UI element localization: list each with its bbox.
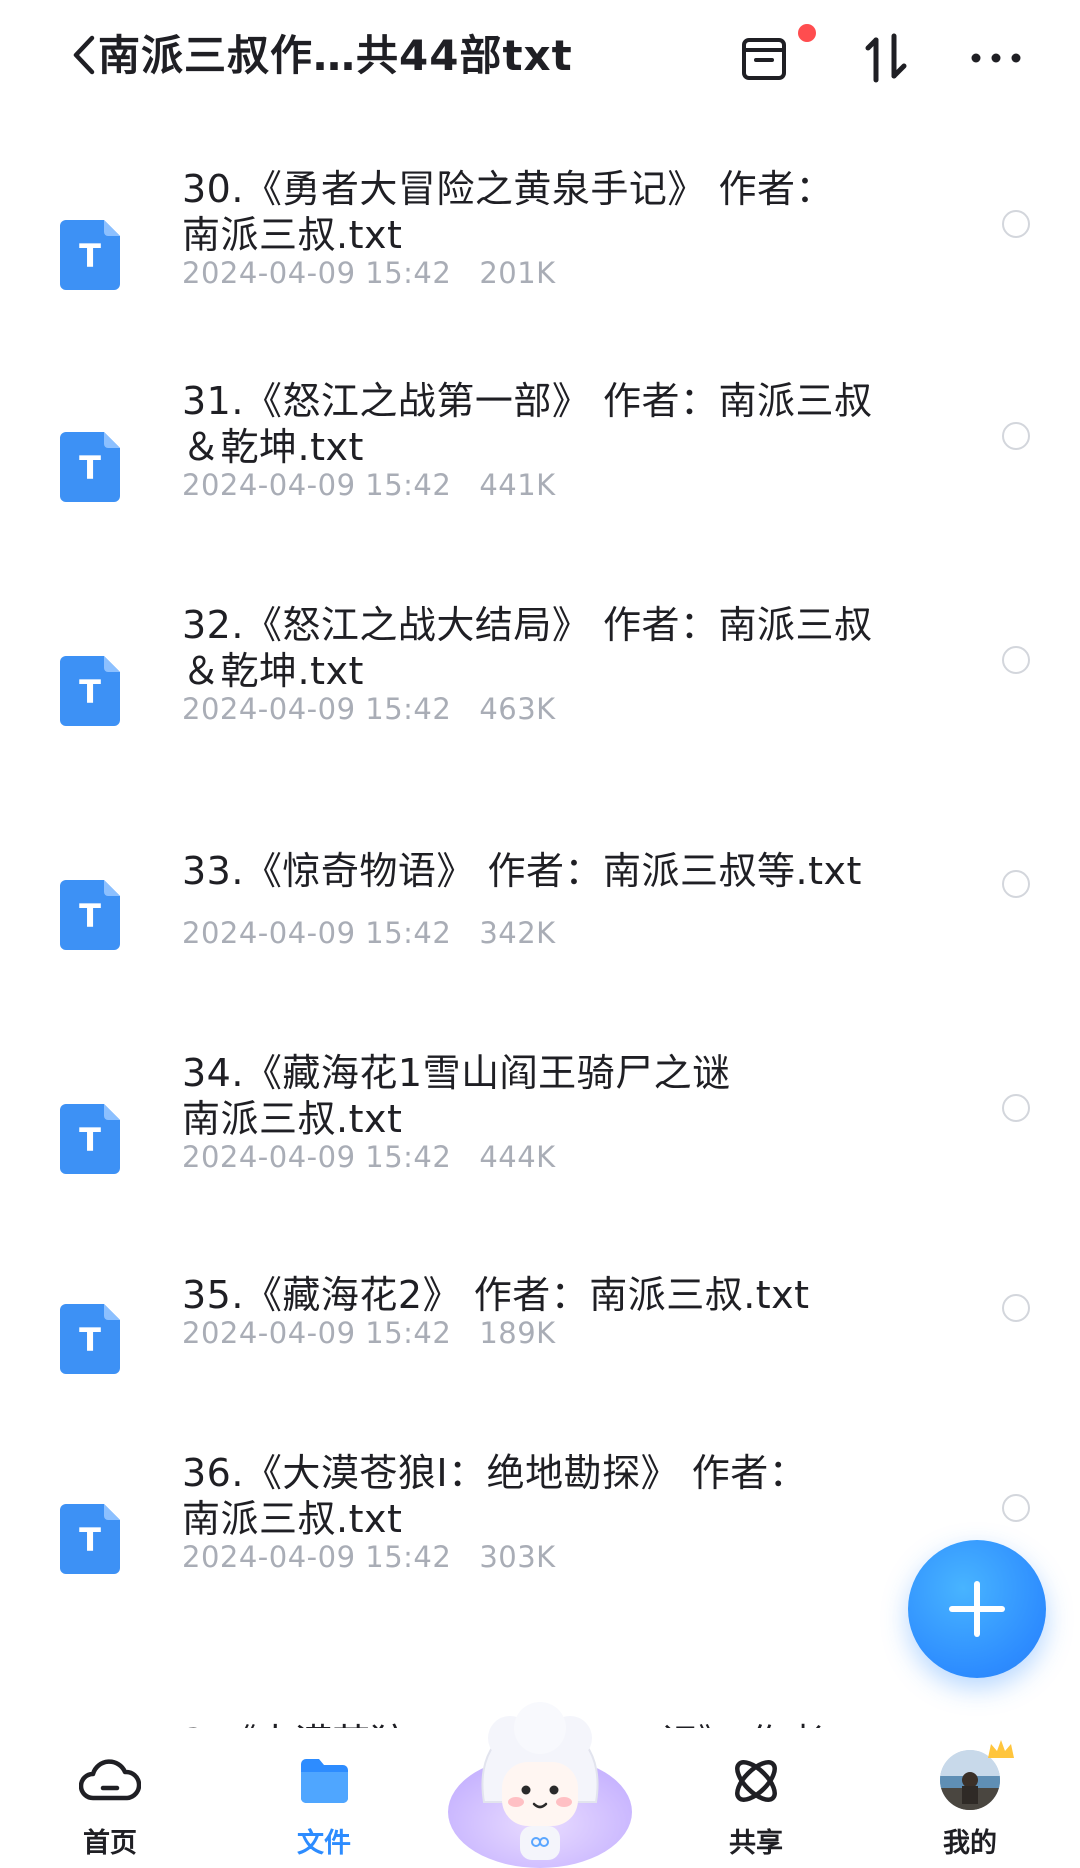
share-atom-icon (725, 1750, 787, 1812)
more-icon[interactable] (968, 30, 1024, 86)
txt-file-icon: T (60, 1104, 120, 1174)
plus-icon (949, 1581, 1005, 1637)
file-name: 31.《怒江之战第一部》 作者：南派三叔 ＆乾坤.txt (182, 379, 873, 469)
file-name: 36.《大漠苍狼I：绝地勘探》 作者： 南派三叔.txt (182, 1451, 808, 1541)
top-bar: 南派三叔作…共44部txt (0, 0, 1080, 120)
file-row[interactable]: T 33.《惊奇物语》 作者：南派三叔等.txt 2024-04-09 15:4… (0, 849, 1080, 1080)
svg-text:T: T (79, 1121, 101, 1159)
tab-home[interactable]: 首页 (30, 1728, 190, 1868)
txt-file-icon: T (60, 656, 120, 726)
tab-label: 首页 (83, 1828, 137, 1859)
tab-share[interactable]: 共享 (676, 1728, 836, 1868)
svg-text:T: T (79, 237, 101, 275)
tab-files[interactable]: 文件 (244, 1728, 404, 1868)
file-row[interactable]: T 31.《怒江之战第一部》 作者：南派三叔 ＆乾坤.txt 2024-04-0… (0, 379, 1080, 632)
tab-mine[interactable]: 我的 (890, 1728, 1050, 1868)
file-meta: 2024-04-09 15:42 444K (182, 1140, 556, 1174)
cloud-home-icon (79, 1750, 141, 1812)
file-meta: 2024-04-09 15:42 441K (182, 468, 556, 502)
add-button[interactable] (908, 1540, 1046, 1678)
page-title: 南派三叔作…共44部txt (98, 31, 573, 80)
select-checkbox[interactable] (1002, 1294, 1030, 1322)
file-name: 35.《藏海花2》 作者：南派三叔.txt (182, 1273, 810, 1317)
file-meta: 2024-04-09 15:42 342K (182, 916, 556, 950)
notification-dot (798, 24, 816, 42)
svg-text:T: T (79, 449, 101, 487)
file-meta: 2024-04-09 15:42 201K (182, 256, 556, 290)
file-meta: 2024-04-09 15:42 463K (182, 692, 556, 726)
file-meta: 2024-04-09 15:42 303K (182, 1540, 556, 1574)
txt-file-icon: T (60, 880, 120, 950)
svg-text:T: T (79, 673, 101, 711)
folder-icon (293, 1750, 355, 1812)
select-checkbox[interactable] (1002, 1094, 1030, 1122)
file-name: 34.《藏海花1雪山阎王骑尸之谜 南派三叔.txt (182, 1051, 731, 1141)
select-checkbox[interactable] (1002, 1494, 1030, 1522)
file-name: 30.《勇者大冒险之黄泉手记》 作者： 南派三叔.txt (182, 167, 835, 257)
assistant-mascot[interactable] (440, 1684, 640, 1868)
txt-file-icon: T (60, 220, 120, 290)
svg-text:T: T (79, 1521, 101, 1559)
recycle-bin-icon[interactable] (736, 30, 792, 86)
file-name: 33.《惊奇物语》 作者：南派三叔等.txt (182, 849, 862, 893)
back-chevron-icon[interactable] (70, 30, 100, 80)
select-checkbox[interactable] (1002, 646, 1030, 674)
select-checkbox[interactable] (1002, 870, 1030, 898)
tab-label: 我的 (943, 1828, 997, 1859)
file-meta: 2024-04-09 15:42 189K (182, 1316, 556, 1350)
tab-label: 共享 (729, 1828, 783, 1859)
crown-badge-icon (986, 1738, 1016, 1760)
file-row[interactable]: T 32.《怒江之战大结局》 作者：南派三叔 ＆乾坤.txt 2024-04-0… (0, 603, 1080, 856)
svg-text:T: T (79, 897, 101, 935)
tab-label: 文件 (297, 1828, 351, 1859)
txt-file-icon: T (60, 1304, 120, 1374)
txt-file-icon: T (60, 432, 120, 502)
file-row[interactable]: T 34.《藏海花1雪山阎王骑尸之谜 南派三叔.txt 2024-04-09 1… (0, 1051, 1080, 1304)
sort-icon[interactable] (858, 30, 914, 86)
file-name: 32.《怒江之战大结局》 作者：南派三叔 ＆乾坤.txt (182, 603, 873, 693)
select-checkbox[interactable] (1002, 422, 1030, 450)
file-row[interactable]: T 30.《勇者大冒险之黄泉手记》 作者： 南派三叔.txt 2024-04-0… (0, 167, 1080, 408)
svg-text:T: T (79, 1321, 101, 1359)
select-checkbox[interactable] (1002, 210, 1030, 238)
txt-file-icon: T (60, 1504, 120, 1574)
